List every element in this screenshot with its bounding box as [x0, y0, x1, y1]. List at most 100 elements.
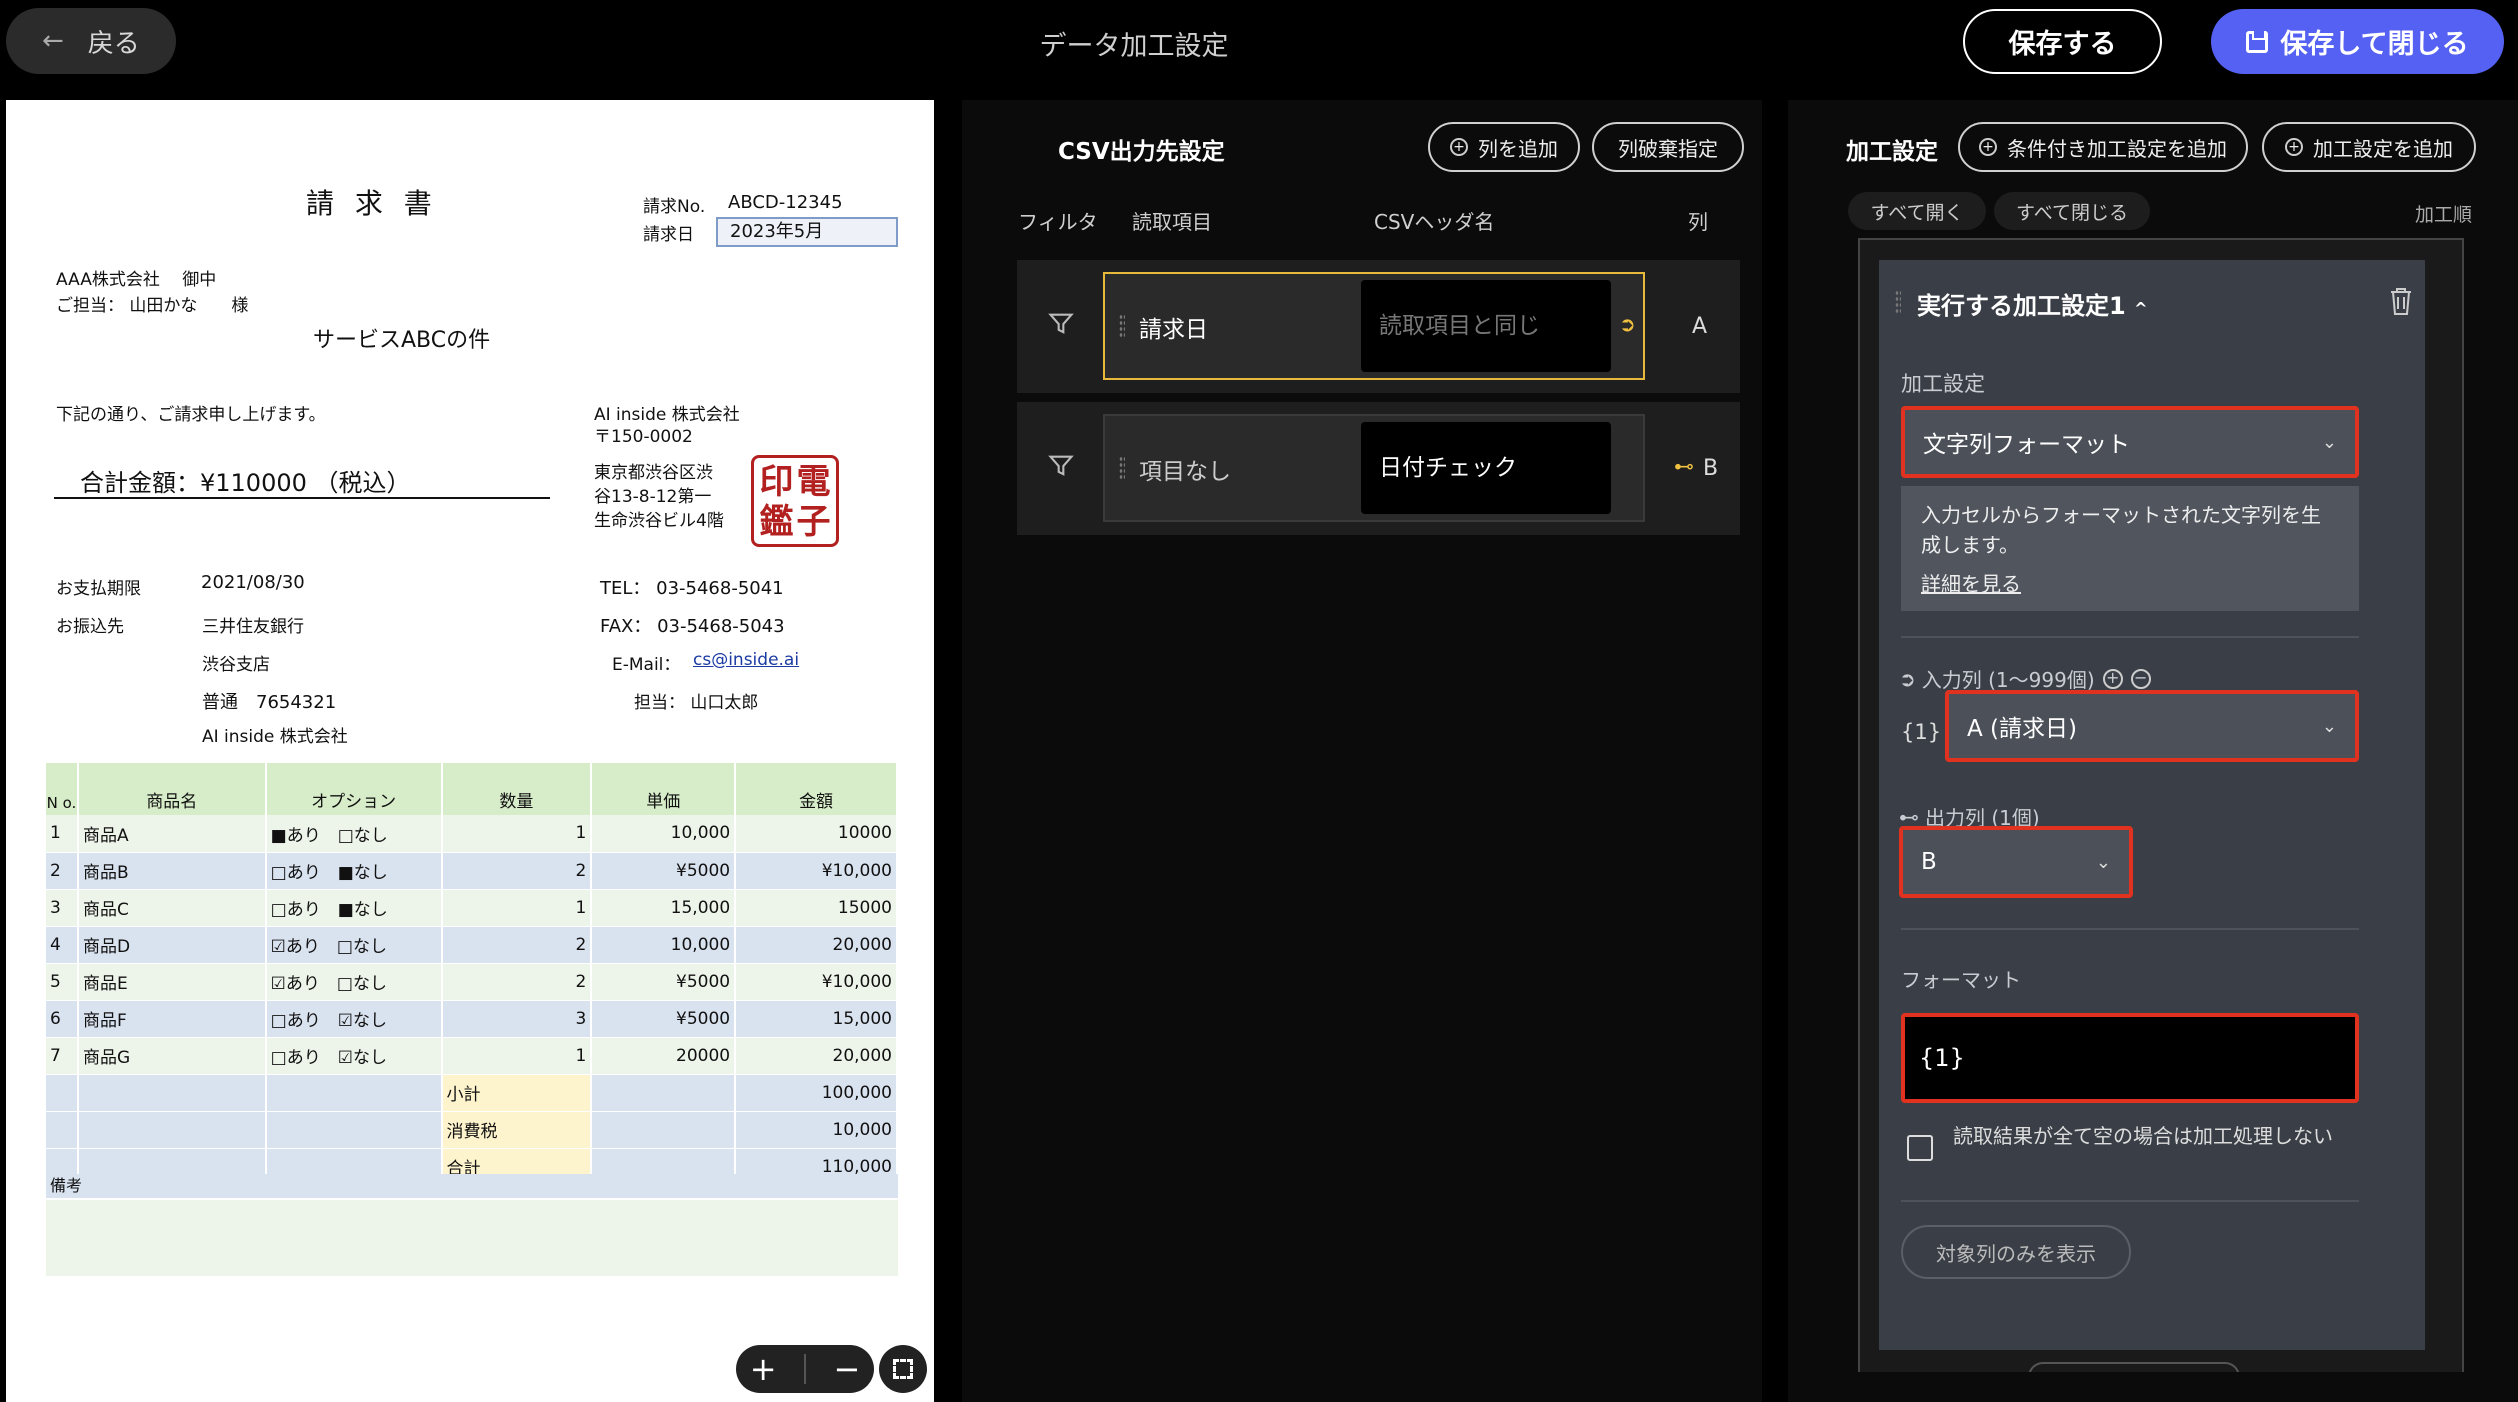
add-conditional-setting-button[interactable]: + 条件付き加工設定を追加 [1958, 122, 2248, 172]
drag-handle-icon[interactable] [1895, 290, 1901, 314]
format-label: フォーマット [1901, 968, 2021, 992]
table-cell: 4 [46, 926, 79, 964]
stamp-char: 子 [796, 502, 831, 542]
table-cell: 10,000 [591, 926, 737, 964]
bank-holder: AI inside 株式会社 [202, 727, 348, 747]
chevron-down-icon: ⌄ [2321, 715, 2337, 737]
table-cell: 2 [441, 963, 593, 1001]
bank-label: お振込先 [56, 617, 124, 637]
table-row: 2 商品B □あり ■なし 2 ¥5000 ¥10,000 [46, 852, 898, 890]
zoom-in-icon[interactable]: + [750, 1350, 777, 1388]
invoice-no: ABCD-12345 [728, 192, 843, 213]
output-column-select[interactable]: B ⌄ [1899, 826, 2133, 898]
csv-row: 請求日 読取項目と同じ ➲ A [1017, 260, 1740, 393]
read-item-field[interactable]: 請求日 読取項目と同じ ➲ [1103, 272, 1645, 380]
stamp-char: 印 [759, 462, 794, 502]
csv-header-input[interactable]: 日付チェック [1361, 422, 1611, 514]
save-button[interactable]: 保存する [1963, 9, 2162, 74]
zoom-out-icon[interactable]: − [833, 1350, 860, 1388]
chevron-down-icon: ⌄ [2321, 431, 2337, 453]
input-column-select[interactable]: A (請求日) ⌄ [1945, 690, 2359, 762]
fit-to-screen-button[interactable] [879, 1345, 927, 1393]
csv-header-input[interactable]: 読取項目と同じ [1361, 280, 1611, 372]
total-underline [54, 497, 550, 499]
column-letter: A [1692, 314, 1708, 339]
table-cell: 10,000 [591, 815, 737, 853]
expand-all-button[interactable]: すべて開く [1848, 192, 1986, 230]
table-header: 数量 [441, 763, 593, 815]
format-input[interactable]: {1} [1901, 1013, 2359, 1103]
save-and-close-button[interactable]: 保存して閉じる [2211, 9, 2504, 74]
read-item-field[interactable]: 項目なし 日付チェック [1103, 414, 1645, 522]
input-arrow-icon: ➲ [1899, 666, 1916, 691]
tel: TEL： 03-5468-5041 [600, 578, 784, 599]
add-setting-label: 加工設定を追加 [2313, 136, 2453, 161]
filter-icon[interactable] [1047, 310, 1075, 338]
document-title: 請 求 書 [306, 187, 438, 220]
drag-handle-icon[interactable] [1119, 456, 1125, 480]
table-row: 1 商品A ■あり □なし 1 10,000 10000 [46, 815, 898, 853]
plus-circle-icon: + [1450, 138, 1468, 156]
table-row: 3 商品C □あり ■なし 1 15,000 15000 [46, 889, 898, 927]
collapse-all-button[interactable]: すべて閉じる [1994, 192, 2150, 230]
table-cell: □あり ■なし [265, 889, 443, 927]
setting-label: 加工設定 [1901, 372, 1985, 396]
save-close-label: 保存して閉じる [2280, 29, 2469, 60]
stamp-char: 電 [796, 462, 831, 502]
zoom-control: + − [736, 1345, 874, 1393]
setting-type-value: 文字列フォーマット [1923, 432, 2130, 458]
invoice-no-label: 請求No. [643, 197, 706, 217]
read-item-label: 項目なし [1139, 459, 1231, 485]
show-target-columns-button[interactable]: 対象列のみを表示 [1901, 1225, 2131, 1279]
subtotal-row: 小計 100,000 [46, 1074, 898, 1112]
invoice-date-label: 請求日 [643, 225, 694, 245]
card-title[interactable]: 実行する加工設定1 ^ [1917, 286, 2147, 321]
table-cell: 20,000 [735, 1037, 898, 1075]
input-column-value: A (請求日) [1967, 716, 2077, 742]
table-cell: ¥10,000 [735, 852, 898, 890]
table-cell: □あり ☑なし [265, 1000, 443, 1038]
email-link[interactable]: cs@inside.ai [693, 650, 799, 670]
table-cell: 商品C [77, 889, 267, 927]
setting-type-select[interactable]: 文字列フォーマット ⌄ [1901, 406, 2359, 478]
document-preview: 請 求 書 請求No. ABCD-12345 請求日 2023年5月 AAA株式… [6, 100, 934, 1402]
key-icon: ⊷ [1899, 804, 1919, 829]
discard-column-button[interactable]: 列破棄指定 [1592, 122, 1744, 172]
table-cell: 2 [46, 852, 79, 890]
table-header: 商品名 [77, 763, 267, 815]
table-cell: 1 [46, 815, 79, 853]
skip-empty-checkbox[interactable] [1907, 1135, 1933, 1161]
table-row: 6 商品F □あり ☑なし 3 ¥5000 15,000 [46, 1000, 898, 1038]
table-cell: 15000 [735, 889, 898, 927]
table-cell: 商品A [77, 815, 267, 853]
subject: サービスABCの件 [313, 328, 491, 353]
table-cell: 15,000 [591, 889, 737, 927]
add-input-icon[interactable]: + [2102, 668, 2123, 689]
processing-card: 実行する加工設定1 ^ 加工設定 文字列フォーマット ⌄ 入力セルからフォーマッ… [1879, 260, 2425, 1350]
details-link[interactable]: 詳細を見る [1921, 569, 2021, 599]
csv-output-panel: CSV出力先設定 + 列を追加 列破棄指定 フィルタ 読取項目 CSVヘッダ名 … [962, 100, 1762, 1402]
trash-icon[interactable] [2389, 286, 2413, 316]
chevron-up-icon: ^ [2134, 299, 2148, 318]
invoice-date-highlight[interactable]: 2023年5月 [716, 217, 898, 247]
remove-input-icon[interactable]: − [2130, 668, 2151, 689]
filter-icon[interactable] [1047, 452, 1075, 480]
table-cell: 2 [441, 926, 593, 964]
column-header-filter: フィルタ [1018, 210, 1098, 234]
add-setting-button[interactable]: + 加工設定を追加 [2262, 122, 2476, 172]
table-cell: 商品G [77, 1037, 267, 1075]
intro-text: 下記の通り、ご請求申し上げます。 [56, 405, 326, 425]
table-row: 5 商品E ☑あり □なし 2 ¥5000 ¥10,000 [46, 963, 898, 1001]
remarks-label: 備考 [46, 1174, 898, 1198]
client-contact: ご担当： 山田かな 様 [56, 296, 249, 316]
total-amount: 合計金額：¥110000 （税込） [80, 469, 411, 497]
table-cell: 2 [441, 852, 593, 890]
table-cell: ¥5000 [591, 1000, 737, 1038]
csv-row: 項目なし 日付チェック ⊷ B [1017, 402, 1740, 535]
drag-handle-icon[interactable] [1119, 314, 1125, 338]
add-column-button[interactable]: + 列を追加 [1428, 122, 1580, 172]
stamp-char: 鑑 [759, 502, 794, 542]
read-item-label: 請求日 [1139, 317, 1208, 343]
add-conditional-label: 条件付き加工設定を追加 [2007, 136, 2227, 161]
table-cell: 1 [441, 1037, 593, 1075]
